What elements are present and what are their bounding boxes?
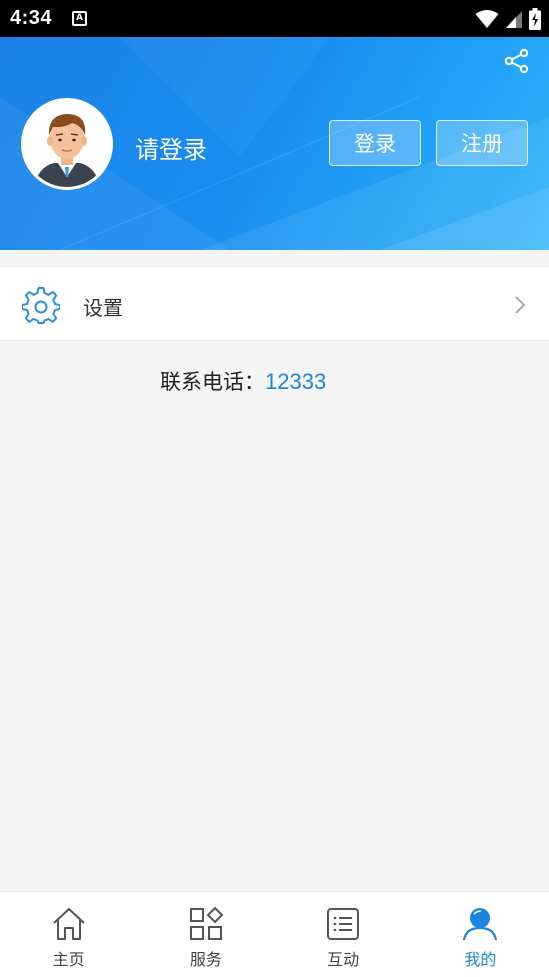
- notification-a-icon: A: [72, 11, 87, 26]
- register-button[interactable]: 注册: [436, 120, 528, 166]
- tab-mine-label: 我的: [464, 950, 497, 969]
- tab-mine[interactable]: 我的: [412, 892, 549, 977]
- share-icon[interactable]: [503, 47, 531, 75]
- list-icon: [327, 908, 360, 940]
- chevron-right-icon: [515, 296, 526, 314]
- status-bar: 4:34 A: [0, 0, 549, 37]
- grid-icon: [189, 906, 224, 940]
- avatar[interactable]: [21, 98, 113, 190]
- tab-services[interactable]: 服务: [137, 892, 274, 977]
- settings-row[interactable]: 设置: [0, 266, 549, 341]
- signal-icon: [506, 11, 522, 28]
- tab-home[interactable]: 主页: [0, 892, 137, 977]
- login-prompt[interactable]: 请登录: [135, 130, 207, 165]
- gear-icon: [22, 287, 60, 324]
- contact-info: 联系电话：12333: [160, 366, 326, 396]
- tab-home-label: 主页: [52, 950, 85, 969]
- profile-header: 请登录 登录 注册: [0, 37, 549, 250]
- tab-interaction-label: 互动: [327, 950, 360, 969]
- bottom-tab-bar: 主页 服务 互动 我的: [0, 891, 549, 977]
- tab-services-label: 服务: [189, 950, 222, 969]
- status-time: 4:34: [10, 7, 53, 29]
- status-icons: [475, 8, 541, 30]
- wifi-icon: [475, 10, 499, 28]
- contact-label: 联系电话：: [160, 370, 265, 394]
- profile-icon: [463, 908, 498, 941]
- settings-label: 设置: [83, 296, 123, 320]
- tab-interaction[interactable]: 互动: [275, 892, 412, 977]
- contact-phone-link[interactable]: 12333: [265, 369, 326, 394]
- battery-icon: [529, 8, 541, 30]
- avatar-man-icon: [24, 101, 110, 187]
- login-button[interactable]: 登录: [329, 120, 421, 166]
- home-icon: [52, 908, 85, 940]
